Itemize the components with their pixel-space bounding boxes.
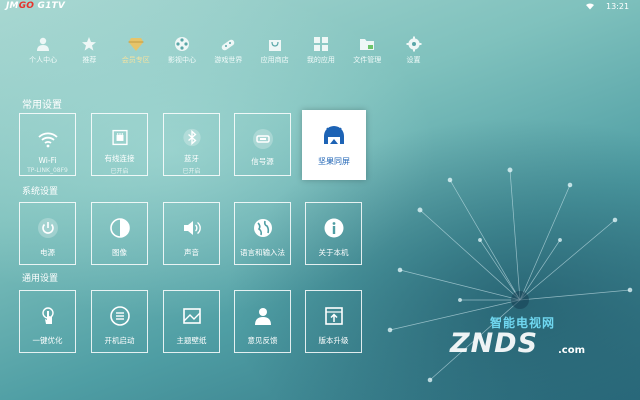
speaker-icon xyxy=(183,221,201,235)
input-source-icon xyxy=(252,129,273,149)
upgrade-icon xyxy=(324,307,343,325)
folder-icon xyxy=(360,39,375,50)
nav-label: 我的应用 xyxy=(306,56,335,64)
section-title-general: 通用设置 xyxy=(22,274,59,284)
tile-label: 图像 xyxy=(112,248,127,257)
tile-one-click-optimize[interactable]: 一键优化 xyxy=(19,290,76,353)
globe-icon xyxy=(253,219,272,237)
nav-label: 文件管理 xyxy=(353,56,382,64)
tile-boot-startup[interactable]: 开机启动 xyxy=(91,290,148,353)
logo-suffix: G1TV xyxy=(34,1,66,11)
nav-item-my-apps[interactable]: 我的应用 xyxy=(298,36,344,68)
tile-sublabel: TP-LINK_08F9 xyxy=(27,167,68,174)
tile-label: 关于本机 xyxy=(318,248,349,257)
section-title-system: 系统设置 xyxy=(22,187,59,197)
status-bar: JMGO G1TV 13:21 xyxy=(0,0,640,14)
nav-item-games[interactable]: 游戏世界 xyxy=(205,36,251,68)
apps-grid-icon xyxy=(313,37,328,51)
nav-label: 影视中心 xyxy=(168,56,197,64)
gamepad-icon xyxy=(222,39,235,51)
nav-item-vip[interactable]: 会员专区 xyxy=(113,36,159,68)
nav-label: 个人中心 xyxy=(29,56,58,64)
tile-label: 版本升级 xyxy=(318,336,349,345)
star-icon xyxy=(82,37,97,51)
tile-power[interactable]: 电源 xyxy=(19,202,76,265)
brand-logo: JMGO G1TV xyxy=(6,1,65,11)
tile-label: 有线连接 xyxy=(104,154,135,163)
nav-label: 应用商店 xyxy=(260,56,289,64)
watermark-domain: .com xyxy=(558,345,586,356)
wallpaper-icon xyxy=(182,308,201,324)
tile-sound[interactable]: 声音 xyxy=(163,202,220,265)
contrast-icon xyxy=(109,218,130,238)
bluetooth-icon xyxy=(182,128,201,147)
nav-item-profile[interactable]: 个人中心 xyxy=(20,36,66,68)
shopping-bag-icon xyxy=(268,40,281,51)
tile-label: 声音 xyxy=(184,248,199,257)
tile-sublabel: 已开启 xyxy=(182,168,201,175)
top-nav: 个人中心 推荐 会员专区 影视中心 游戏世界 应用商店 我的应用 文件管理 设置 xyxy=(20,36,440,68)
tile-ethernet[interactable]: 有线连接 已开启 xyxy=(91,113,148,176)
startup-list-icon xyxy=(109,306,130,326)
ethernet-icon xyxy=(111,129,128,146)
tile-about-device[interactable]: 关于本机 xyxy=(305,202,362,265)
nav-label: 设置 xyxy=(406,56,421,64)
section-title-common: 常用设置 xyxy=(22,100,62,111)
touch-optimize-icon xyxy=(41,307,54,324)
nav-item-app-store[interactable]: 应用商店 xyxy=(251,36,297,68)
tile-sublabel: 已开启 xyxy=(110,168,129,175)
clock: 13:21 xyxy=(606,2,630,11)
tile-label: 蓝牙 xyxy=(184,154,199,163)
nav-item-recommend[interactable]: 推荐 xyxy=(66,36,112,68)
tile-label: 语言和输入法 xyxy=(240,248,285,257)
tile-theme-wallpaper[interactable]: 主题壁纸 xyxy=(163,290,220,353)
wifi-status-icon xyxy=(586,3,594,10)
info-icon xyxy=(324,218,343,238)
nav-label: 推荐 xyxy=(82,56,97,64)
tile-label: 开机启动 xyxy=(104,336,135,345)
tile-feedback[interactable]: 意见反馈 xyxy=(234,290,291,353)
tile-label: 电源 xyxy=(40,248,55,257)
tile-label: 主题壁纸 xyxy=(176,336,207,345)
watermark-en-text: ZNDS xyxy=(450,328,539,359)
nav-item-file-manager[interactable]: 文件管理 xyxy=(344,36,390,68)
tile-wifi[interactable]: Wi-Fi TP-LINK_08F9 xyxy=(19,113,76,176)
tile-version-upgrade[interactable]: 版本升级 xyxy=(305,290,362,353)
nav-label: 会员专区 xyxy=(121,56,150,64)
wifi-icon xyxy=(37,132,58,148)
tile-bluetooth[interactable]: 蓝牙 已开启 xyxy=(163,113,220,176)
tile-label: 信号源 xyxy=(251,157,274,166)
tile-input-source[interactable]: 信号源 xyxy=(234,113,291,176)
tile-screen-mirror[interactable]: 坚果同屏 xyxy=(302,110,366,180)
feedback-person-icon xyxy=(254,308,271,325)
power-icon xyxy=(37,218,58,238)
film-reel-icon xyxy=(175,37,190,51)
tile-label: 一键优化 xyxy=(32,336,63,345)
gear-icon xyxy=(406,36,422,52)
diamond-icon xyxy=(128,38,144,51)
nav-item-film[interactable]: 影视中心 xyxy=(159,36,205,68)
tile-label: 坚果同屏 xyxy=(318,157,350,166)
tile-label: Wi-Fi xyxy=(38,156,57,165)
tile-label: 意见反馈 xyxy=(247,336,278,345)
tile-language-input[interactable]: 语言和输入法 xyxy=(234,202,291,265)
screen-mirror-icon xyxy=(324,126,344,144)
tile-picture[interactable]: 图像 xyxy=(91,202,148,265)
person-icon xyxy=(37,37,50,51)
logo-prefix: JM xyxy=(6,1,19,11)
nav-item-settings[interactable]: 设置 xyxy=(390,36,436,68)
znds-watermark: 智能电视网 ZNDS .com xyxy=(450,314,630,374)
nav-label: 游戏世界 xyxy=(214,56,243,64)
logo-accent: GO xyxy=(18,1,35,11)
